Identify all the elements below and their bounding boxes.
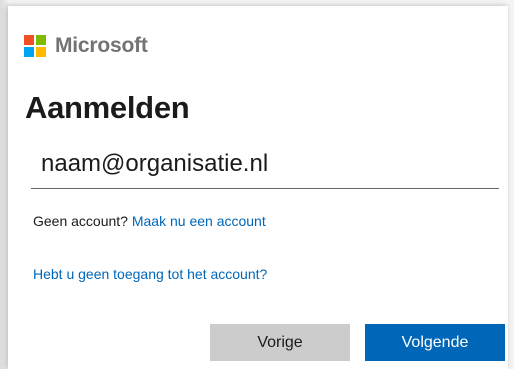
create-account-link[interactable]: Maak nu een account — [132, 213, 266, 229]
email-field[interactable] — [31, 145, 499, 189]
back-button[interactable]: Vorige — [210, 324, 350, 361]
microsoft-logo-icon — [24, 35, 46, 57]
no-access-link[interactable]: Hebt u geen toegang tot het account? — [33, 266, 267, 282]
window-edge — [0, 0, 8, 369]
brand-name: Microsoft — [55, 34, 148, 57]
logo-square-blue — [24, 47, 34, 57]
logo-square-red — [24, 35, 34, 45]
no-access-row: Hebt u geen toegang tot het account? — [33, 266, 267, 282]
next-button[interactable]: Volgende — [365, 324, 505, 361]
logo-square-green — [36, 35, 46, 45]
brand-header: Microsoft — [24, 34, 148, 58]
signin-card: Microsoft Aanmelden Geen account? Maak n… — [8, 6, 508, 369]
page-title: Aanmelden — [25, 90, 190, 125]
no-account-row: Geen account? Maak nu een account — [33, 213, 266, 229]
no-account-text: Geen account? — [33, 213, 128, 229]
page: Microsoft Aanmelden Geen account? Maak n… — [0, 0, 514, 369]
logo-square-yellow — [36, 47, 46, 57]
